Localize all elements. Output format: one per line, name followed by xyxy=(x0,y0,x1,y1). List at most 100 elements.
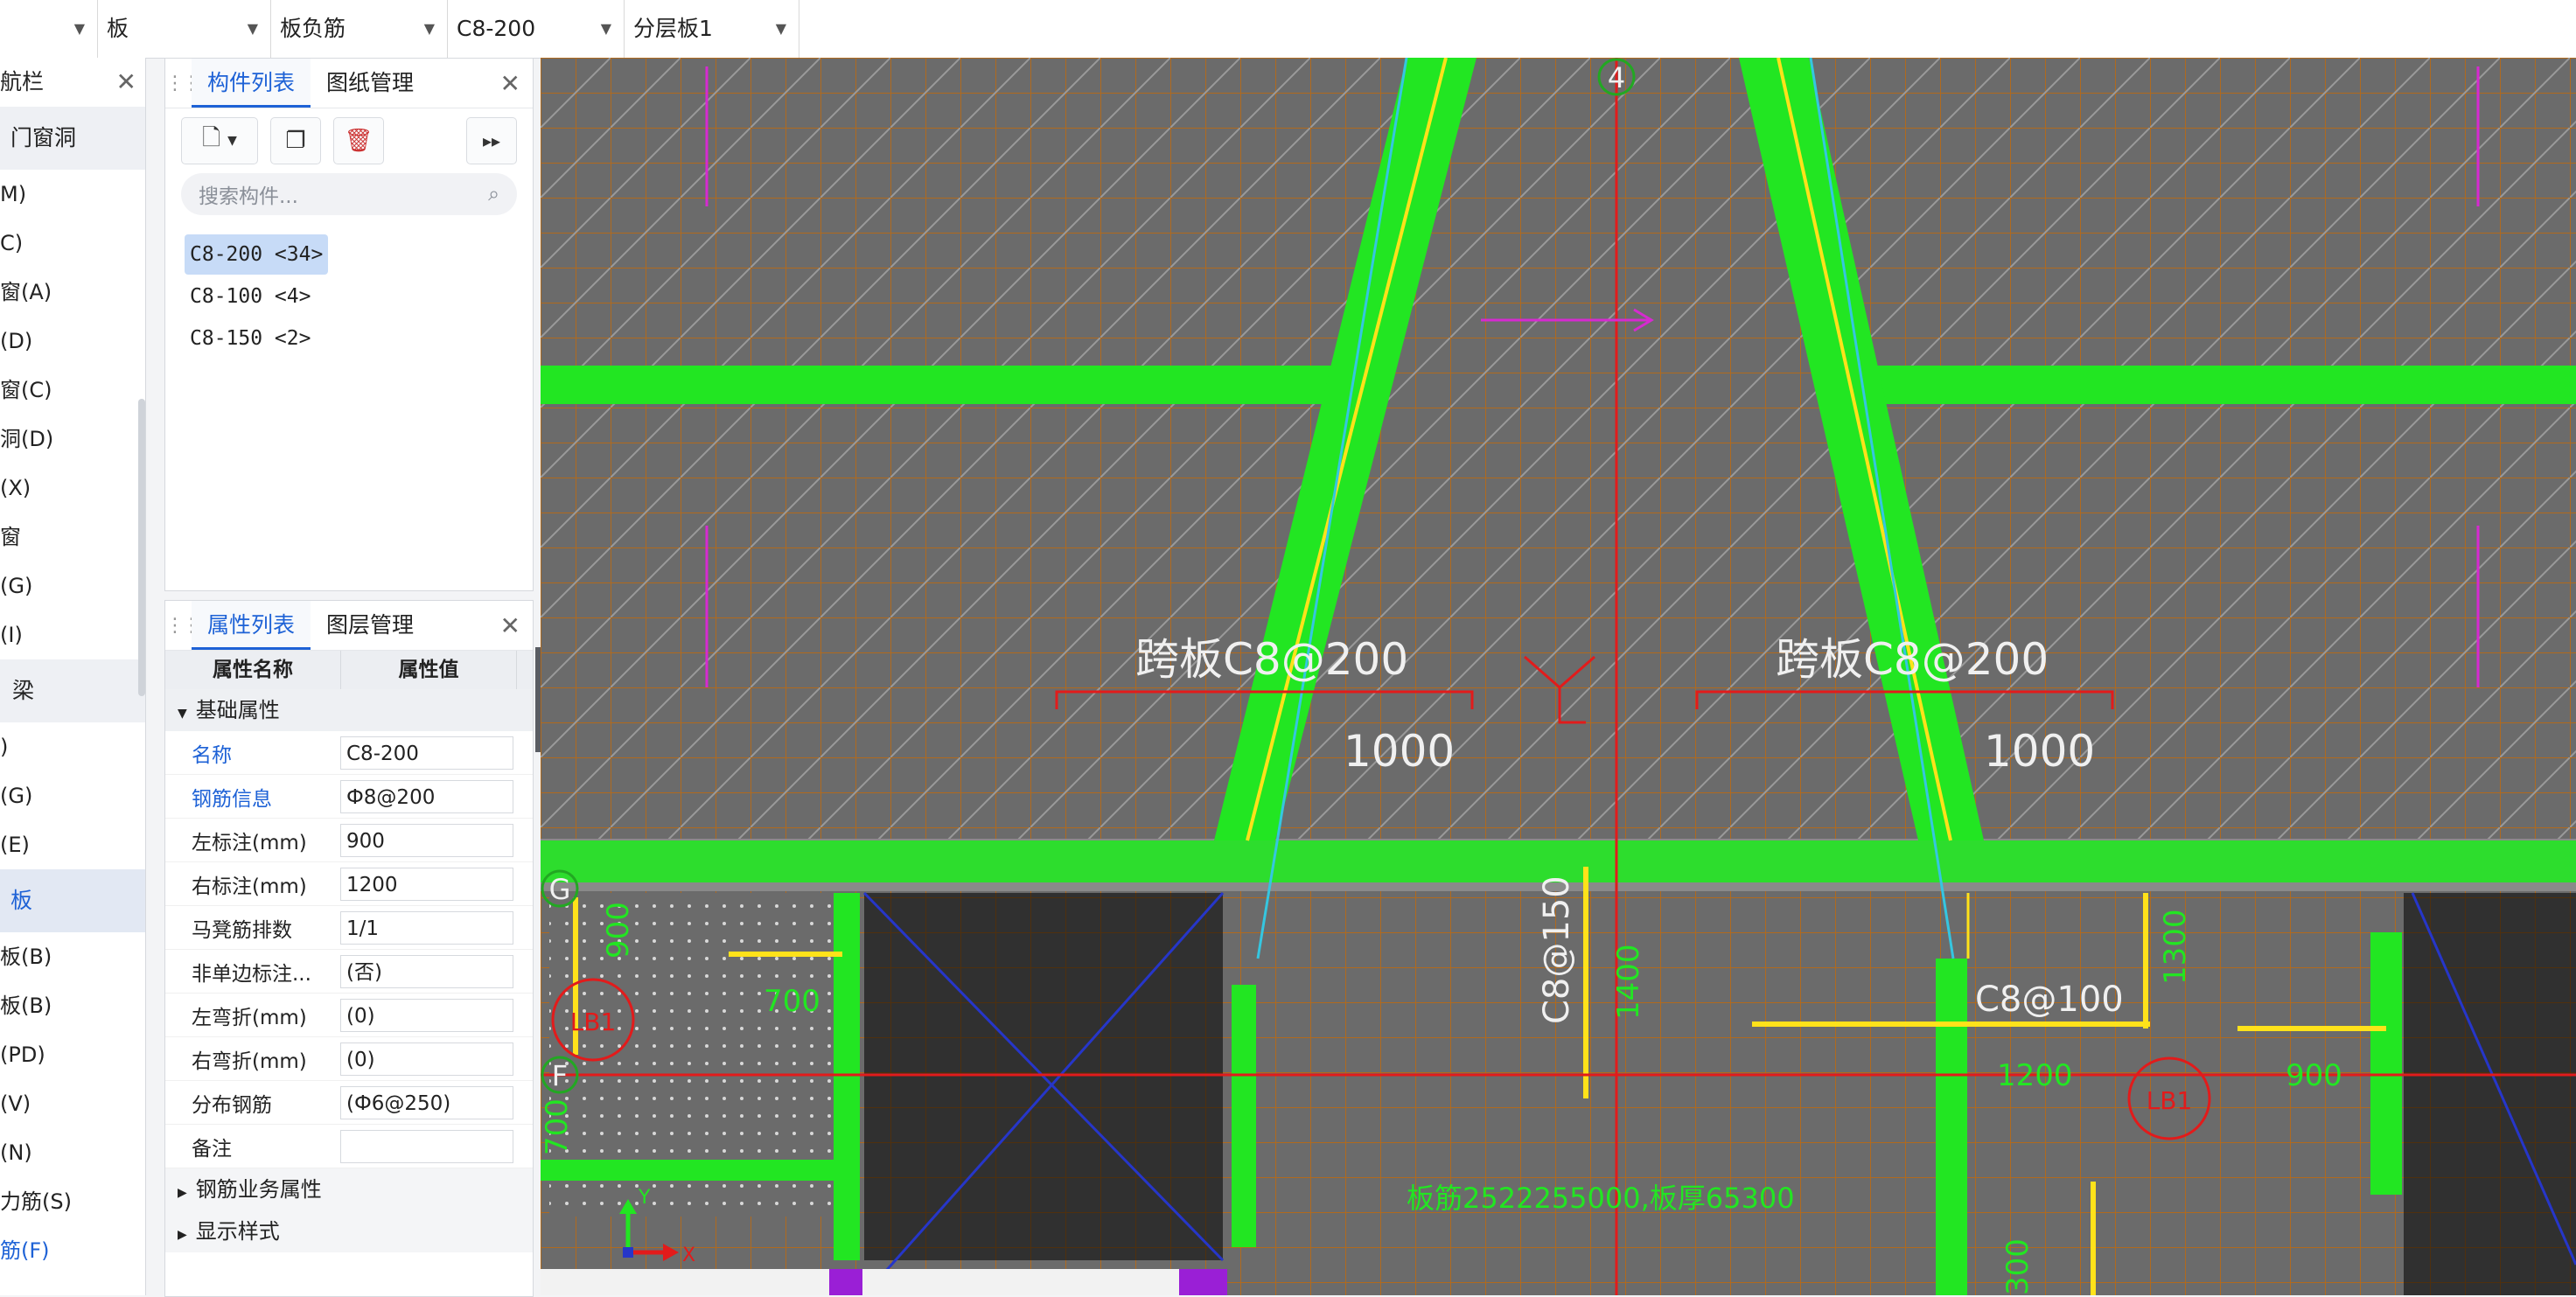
property-value-input[interactable]: 900 xyxy=(340,823,513,857)
top-toolbar: ▼ 板 ▼ 板负筋 ▼ C8-200 ▼ 分层板1 ▼ xyxy=(0,0,2576,59)
component-search[interactable]: 搜索构件... ⌕ xyxy=(181,173,517,215)
property-list-panel: ⋮⋮ 属性列表 图层管理 ✕ 属性名称 属性值 ▼ 基础属性 名称 C8-200 钢… xyxy=(164,600,534,1297)
property-row: 左弯折(mm) (0) xyxy=(165,994,533,1037)
dimension-label: 1000 xyxy=(1984,726,2095,777)
rebar-band xyxy=(1870,366,2576,404)
component-item[interactable]: C8-100 <4> xyxy=(185,276,316,317)
dimension-label: 1300 xyxy=(2158,909,2193,985)
nav-scrollbar[interactable] xyxy=(138,399,145,696)
dropdown-layer[interactable]: 分层板1 ▼ xyxy=(625,0,799,58)
component-item[interactable]: C8-150 <2> xyxy=(185,318,316,359)
nav-item[interactable]: M) xyxy=(0,170,145,219)
search-icon: ⌕ xyxy=(488,183,499,206)
property-table-header: 属性名称 属性值 xyxy=(165,651,533,689)
axis-label-4: 4 xyxy=(1608,61,1625,94)
axis-label-f: F xyxy=(552,1059,568,1092)
nav-item[interactable]: (G) xyxy=(0,561,145,610)
property-label: 左标注(mm) xyxy=(192,831,307,854)
chevron-down-icon: ▼ xyxy=(423,20,435,37)
tab-drawing-management[interactable]: 图纸管理 xyxy=(311,59,429,108)
property-row: 名称 C8-200 xyxy=(165,731,533,775)
nav-item[interactable]: 窗(A) xyxy=(0,268,145,317)
nav-group-slab[interactable]: 板 xyxy=(0,869,145,932)
drawing-canvas[interactable]: 4 G F 跨板C8@200 跨板C8@200 1000 1000 C8@150… xyxy=(541,58,2576,1295)
property-value-input[interactable]: (0) xyxy=(340,1042,513,1076)
expand-toolbar-button[interactable]: ▸▸ xyxy=(466,117,517,164)
nav-item[interactable]: 窗 xyxy=(0,513,145,561)
section-basic-properties[interactable]: ▼ 基础属性 xyxy=(165,689,533,731)
dropdown-value: C8-200 xyxy=(457,16,536,41)
cad-drawing[interactable]: 4 G F 跨板C8@200 跨板C8@200 1000 1000 C8@150… xyxy=(541,58,2576,1295)
property-value-input[interactable]: (0) xyxy=(340,998,513,1032)
nav-title: 航栏 xyxy=(0,69,45,94)
nav-item[interactable]: 板(B) xyxy=(0,981,145,1030)
slab-tag: LB1 xyxy=(2147,1086,2193,1115)
dropdown-value: 板负筋 xyxy=(280,16,346,41)
property-row: 马凳筋排数 1/1 xyxy=(165,906,533,950)
nav-item[interactable]: (X) xyxy=(0,464,145,513)
dropdown-component[interactable]: C8-200 ▼ xyxy=(448,0,625,58)
close-icon[interactable]: ✕ xyxy=(500,611,520,640)
nav-item[interactable]: 窗(C) xyxy=(0,366,145,415)
nav-item[interactable]: (PD) xyxy=(0,1030,145,1079)
nav-item[interactable]: 板(B) xyxy=(0,932,145,981)
nav-group-door[interactable]: 门窗洞 xyxy=(0,107,145,170)
dropdown-sub-type[interactable]: 板负筋 ▼ xyxy=(271,0,448,58)
chevron-down-icon: ▼ xyxy=(73,20,85,37)
property-label: 马凳筋排数 xyxy=(192,918,292,942)
nav-group-beam[interactable]: 梁 xyxy=(0,659,145,722)
property-value-input[interactable] xyxy=(340,1129,513,1163)
close-icon[interactable]: ✕ xyxy=(500,69,520,98)
copy-component-button[interactable]: ❐ xyxy=(270,117,321,164)
nav-item[interactable]: 洞(D) xyxy=(0,415,145,464)
close-icon[interactable]: ✕ xyxy=(116,58,136,107)
rebar-band xyxy=(541,366,1337,404)
dropdown-value: 分层板1 xyxy=(633,16,713,41)
property-value-input[interactable]: C8-200 xyxy=(340,736,513,770)
dimension-label: 900 xyxy=(601,902,636,959)
bottom-strip-block xyxy=(1179,1269,1227,1295)
property-value-input[interactable]: Ф8@200 xyxy=(340,779,513,813)
property-label: 非单边标注... xyxy=(192,962,311,986)
new-file-icon: 🗋 xyxy=(202,125,221,151)
rebar-note: 板筋2522255000,板厚65300 xyxy=(1407,1182,1795,1215)
property-label: 分布钢筋 xyxy=(192,1093,272,1117)
section-rebar-properties[interactable]: ▶ 钢筋业务属性 xyxy=(165,1168,533,1210)
delete-component-button[interactable]: 🗑 xyxy=(333,117,384,164)
caret-right-icon: ▶ xyxy=(178,1186,187,1200)
nav-item[interactable]: C) xyxy=(0,219,145,268)
new-component-button[interactable]: 🗋 ▼ xyxy=(181,117,258,164)
dropdown-category[interactable]: ▼ xyxy=(0,0,98,58)
property-label: 钢筋信息 xyxy=(192,787,272,811)
tab-property-list[interactable]: 属性列表 xyxy=(192,601,311,650)
property-value-input[interactable]: (Ф6@250) xyxy=(340,1085,513,1119)
nav-item[interactable]: (D) xyxy=(0,317,145,366)
nav-item[interactable]: 力筋(S) xyxy=(0,1177,145,1226)
dimension-label: 1200 xyxy=(1997,1058,2073,1093)
nav-item[interactable]: (I) xyxy=(0,610,145,659)
nav-item[interactable]: (G) xyxy=(0,771,145,820)
component-item[interactable]: C8-200 <34> xyxy=(185,234,329,275)
tab-layer-management[interactable]: 图层管理 xyxy=(311,601,429,650)
nav-item-active[interactable]: 筋(F) xyxy=(0,1226,145,1275)
nav-item[interactable]: (V) xyxy=(0,1079,145,1128)
property-value-input[interactable]: 1/1 xyxy=(340,910,513,945)
nav-item[interactable]: (E) xyxy=(0,820,145,869)
nav-header: 航栏 ✕ xyxy=(0,58,145,107)
drag-handle-icon[interactable]: ⋮⋮ xyxy=(165,615,201,637)
dropdown-element-type[interactable]: 板 ▼ xyxy=(98,0,271,58)
drag-handle-icon[interactable]: ⋮⋮ xyxy=(165,73,201,94)
property-row: 备注 xyxy=(165,1125,533,1168)
dimension-label: 1400 xyxy=(1611,944,1646,1020)
section-display-style[interactable]: ▶ 显示样式 xyxy=(165,1210,533,1252)
rebar-band-vertical xyxy=(834,893,860,1260)
property-label: 右标注(mm) xyxy=(192,875,307,898)
tab-component-list[interactable]: 构件列表 xyxy=(192,59,311,108)
nav-item[interactable]: (N) xyxy=(0,1128,145,1177)
property-value-input[interactable]: (否) xyxy=(340,954,513,988)
property-label: 备注 xyxy=(192,1137,232,1161)
property-value-input[interactable]: 1200 xyxy=(340,867,513,901)
nav-item[interactable]: ) xyxy=(0,722,145,771)
chevron-down-icon: ▼ xyxy=(600,20,611,37)
rebar-label: C8@150 xyxy=(1537,875,1577,1024)
